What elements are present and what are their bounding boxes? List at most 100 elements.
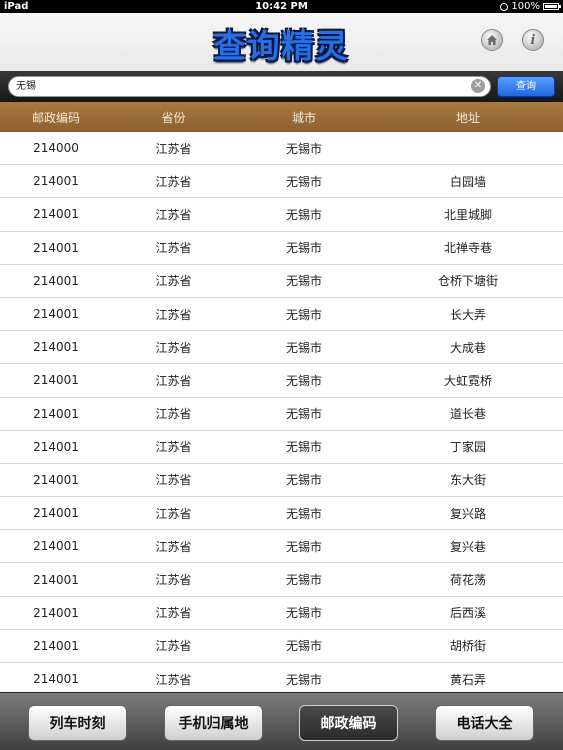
province-cell: 江苏省 (155, 606, 192, 621)
table-row[interactable]: 214001 江苏省 无锡市 后西溪 (0, 596, 563, 630)
province-cell: 江苏省 (155, 407, 192, 422)
province-cell: 江苏省 (155, 539, 192, 554)
city-cell: 无锡市 (285, 407, 322, 422)
postcode-cell: 214001 (33, 672, 79, 687)
address-cell: 胡桥街 (449, 639, 486, 654)
column-header-province: 省份 (161, 110, 186, 125)
address-cell: 白园墙 (449, 174, 486, 189)
postcode-cell: 214001 (33, 373, 79, 388)
city-cell: 无锡市 (285, 539, 322, 554)
phone-directory-button[interactable]: 电话大全 (435, 705, 534, 741)
status-right: 100% (500, 0, 561, 13)
phone-location-button[interactable]: 手机归属地 (164, 705, 263, 741)
city-cell: 无锡市 (285, 141, 322, 156)
city-cell: 无锡市 (285, 573, 322, 588)
table-row[interactable]: 214001 江苏省 无锡市 北里城脚 (0, 198, 563, 232)
battery-percent: 100% (511, 1, 540, 12)
table-row[interactable]: 214001 江苏省 无锡市 仓桥下塘街 (0, 264, 563, 298)
city-cell: 无锡市 (285, 639, 322, 654)
table-row[interactable]: 214001 江苏省 无锡市 北禅寺巷 (0, 231, 563, 265)
postcode-cell: 214001 (33, 605, 79, 620)
search-bar: 无锡 ✕ 查询 (0, 71, 563, 102)
city-cell: 无锡市 (285, 606, 322, 621)
table-row[interactable]: 214001 江苏省 无锡市 长大弄 (0, 297, 563, 332)
app-header: 查询精灵 i (0, 13, 563, 71)
address-cell: 东大街 (449, 473, 486, 488)
province-cell: 江苏省 (155, 473, 192, 488)
address-cell: 北里城脚 (443, 207, 492, 222)
postcode-cell: 214001 (33, 174, 79, 189)
province-cell: 江苏省 (155, 307, 192, 322)
address-cell: 黄石弄 (449, 672, 486, 687)
province-cell: 江苏省 (155, 207, 192, 222)
app-screen: iPad 10:42 PM 100% 查询精灵 i 无锡 ✕ 查询 邮政编码 省… (0, 0, 563, 750)
home-button[interactable] (481, 29, 503, 51)
table-row[interactable]: 214001 江苏省 无锡市 黄石弄 (0, 663, 563, 692)
info-icon: i (530, 32, 536, 48)
address-cell: 复兴巷 (449, 539, 486, 554)
province-cell: 江苏省 (155, 440, 192, 455)
address-cell: 后西溪 (449, 606, 486, 621)
search-input[interactable]: 无锡 (8, 76, 491, 97)
province-cell: 江苏省 (155, 506, 192, 521)
postcode-cell: 214001 (33, 207, 79, 222)
city-cell: 无锡市 (285, 274, 322, 289)
table-row[interactable]: 214001 江苏省 无锡市 荷花荡 (0, 563, 563, 597)
table-row[interactable]: 214001 江苏省 无锡市 复兴巷 (0, 530, 563, 564)
postcode-cell: 214001 (33, 340, 79, 355)
address-cell: 仓桥下塘街 (437, 274, 498, 289)
postcode-cell: 214001 (33, 572, 79, 587)
province-cell: 江苏省 (155, 241, 192, 256)
city-cell: 无锡市 (285, 174, 322, 189)
table-row[interactable]: 214001 江苏省 无锡市 白园墙 (0, 165, 563, 199)
rotation-lock-icon (500, 2, 509, 11)
address-cell: 复兴路 (449, 506, 486, 521)
clock: 10:42 PM (255, 1, 308, 12)
city-cell: 无锡市 (285, 207, 322, 222)
postcode-cell: 214001 (33, 439, 79, 454)
results-list[interactable]: 214000 江苏省 无锡市 214001 江苏省 无锡市 白园墙 214001 江苏省 无锡市北… (0, 132, 563, 692)
address-cell: 大成巷 (449, 340, 486, 355)
city-cell: 无锡市 (285, 241, 322, 256)
postcode-cell: 214001 (33, 539, 79, 554)
table-row[interactable]: 214001 江苏省 无锡市 丁家园 (0, 430, 563, 464)
postcode-cell: 214001 (33, 638, 79, 653)
home-icon (487, 35, 497, 45)
postcode-cell: 214001 (33, 406, 79, 421)
province-cell: 江苏省 (155, 174, 192, 189)
table-row[interactable]: 214001 江苏省 无锡市 东大街 (0, 463, 563, 498)
postcode-button[interactable]: 邮政编码 (299, 705, 398, 741)
table-row[interactable]: 214001 江苏省 无锡市 胡桥街 (0, 629, 563, 663)
query-button[interactable]: 查询 (497, 76, 555, 97)
battery-icon (543, 3, 561, 10)
province-cell: 江苏省 (155, 141, 192, 156)
table-row[interactable]: 214001 江苏省 无锡市 大虹霓桥 (0, 364, 563, 398)
address-cell: 长大弄 (449, 307, 486, 322)
column-header-city: 城市 (291, 110, 316, 125)
table-row[interactable]: 214000 江苏省 无锡市 (0, 132, 563, 166)
table-header: 邮政编码 省份 城市 地址 (0, 102, 563, 132)
train-schedule-button[interactable]: 列车时刻 (28, 705, 127, 741)
province-cell: 江苏省 (155, 274, 192, 289)
city-cell: 无锡市 (285, 440, 322, 455)
city-cell: 无锡市 (285, 506, 322, 521)
address-cell: 荷花荡 (449, 573, 486, 588)
postcode-cell: 214001 (33, 240, 79, 255)
address-cell: 北禅寺巷 (443, 241, 492, 256)
address-cell (373, 132, 563, 164)
address-cell: 大虹霓桥 (443, 373, 492, 388)
clear-search-button[interactable]: ✕ (471, 79, 485, 93)
province-cell: 江苏省 (155, 573, 192, 588)
province-cell: 江苏省 (155, 639, 192, 654)
app-title: 查询精灵 (213, 27, 350, 65)
postcode-cell: 214000 (33, 141, 79, 156)
table-row[interactable]: 214001 江苏省 无锡市 道长巷 (0, 397, 563, 431)
postcode-cell: 214001 (33, 273, 79, 288)
info-button[interactable]: i (522, 29, 544, 51)
city-cell: 无锡市 (285, 373, 322, 388)
column-header-postcode: 邮政编码 (31, 110, 80, 125)
column-header-address: 地址 (455, 110, 480, 125)
clear-icon: ✕ (473, 80, 483, 91)
table-row[interactable]: 214001 江苏省 无锡市 大成巷 (0, 331, 563, 365)
table-row[interactable]: 214001 江苏省 无锡市 复兴路 (0, 497, 563, 531)
